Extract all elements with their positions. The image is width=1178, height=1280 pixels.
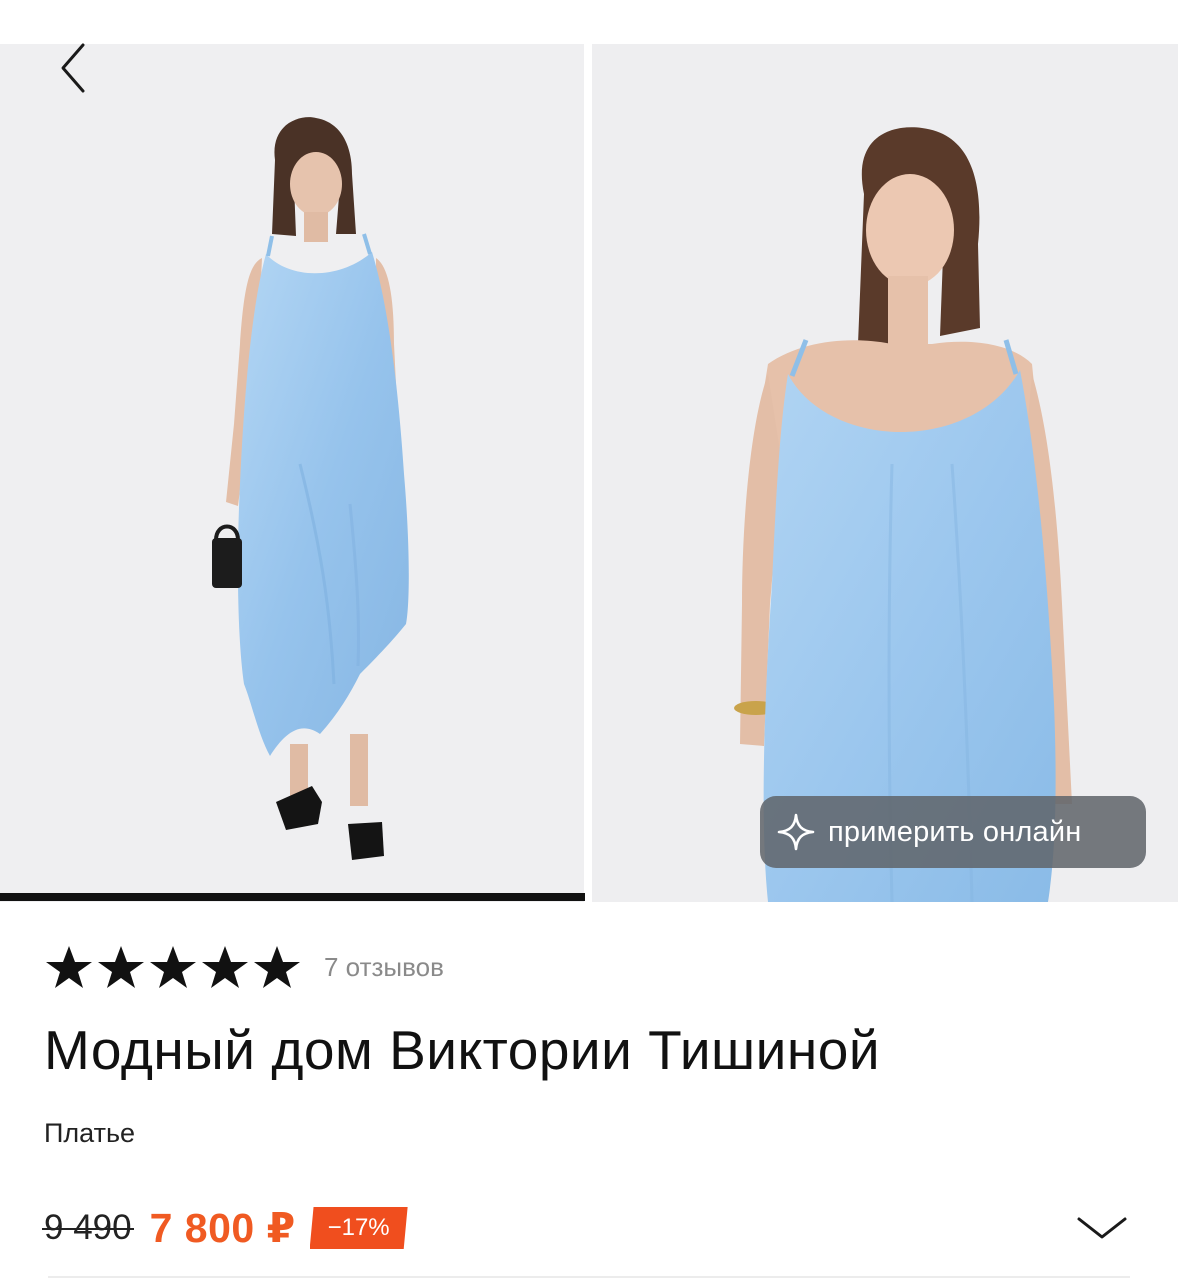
star-icon <box>254 946 300 988</box>
try-on-online-button[interactable]: примерить онлайн <box>760 796 1146 868</box>
discount-badge: −17% <box>309 1207 408 1249</box>
back-button[interactable] <box>48 38 100 98</box>
star-icon <box>150 946 196 988</box>
product-type: Платье <box>44 1118 136 1148</box>
rating-stars <box>44 944 302 990</box>
chevron-left-icon <box>61 43 85 93</box>
gallery-progress-indicator <box>0 893 585 901</box>
rating-row: 7 отзывов <box>44 944 444 990</box>
reviews-link[interactable]: 7 отзывов <box>324 952 444 983</box>
model-full-figure <box>212 117 409 860</box>
star-icon <box>202 946 248 988</box>
old-price: 9 490 <box>42 1208 134 1247</box>
expand-details-button[interactable] <box>1074 1208 1130 1248</box>
try-on-label: примерить онлайн <box>828 815 1082 848</box>
product-brand[interactable]: Модный дом Виктории Тишиной <box>44 1018 880 1082</box>
product-photo-closeup[interactable] <box>592 44 1178 902</box>
star-icon <box>98 946 144 988</box>
chevron-down-icon <box>1077 1217 1127 1239</box>
current-price: 7 800 ₽ <box>149 1205 296 1251</box>
star-icon <box>46 946 92 988</box>
divider <box>48 1276 1130 1278</box>
model-closeup-figure <box>734 127 1072 902</box>
product-gallery[interactable]: примерить онлайн <box>0 0 1178 902</box>
price-row: 9 490 7 800 ₽ −17% <box>42 1200 408 1256</box>
sparkle-icon <box>777 813 815 851</box>
product-photo-full[interactable] <box>0 44 584 902</box>
